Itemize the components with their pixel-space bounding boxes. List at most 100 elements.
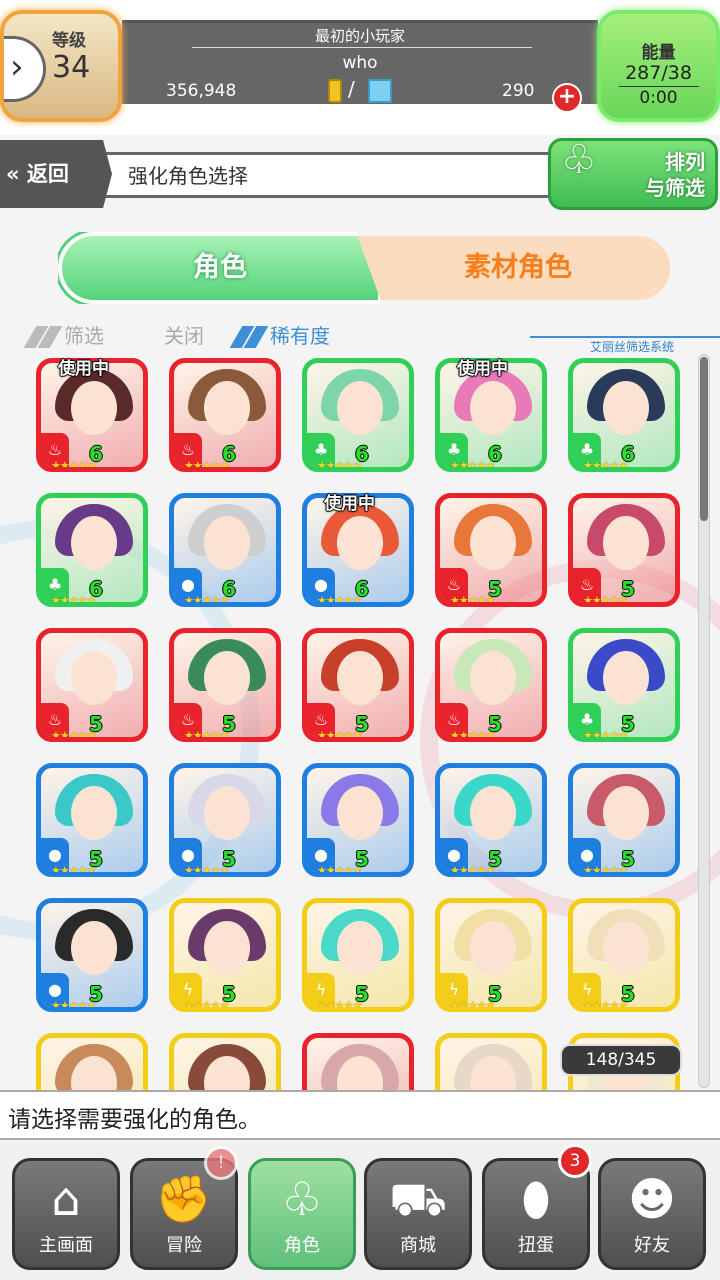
character-card[interactable]: ♨ 5 ★★★★★	[169, 628, 281, 742]
character-face	[337, 921, 383, 975]
star-rating-icon: ★★★★★	[450, 459, 495, 472]
star-rating-icon: ★★★★★	[450, 864, 495, 877]
character-card[interactable]: ● 6 ★★★★★	[169, 493, 281, 607]
character-card[interactable]: ♨ 5 ★★★★★	[36, 628, 148, 742]
character-card[interactable]: ♣ 6 ★★★★★	[302, 358, 414, 472]
character-face	[603, 651, 649, 705]
star-rating-icon: ★★★★★	[450, 594, 495, 607]
character-card[interactable]: ♣ 6 ★★★★★	[36, 493, 148, 607]
star-rating-icon: ★★★★★	[184, 999, 229, 1012]
add-gems-button[interactable]: +	[552, 83, 582, 113]
nav-adventure-label: 冒险	[166, 1235, 202, 1256]
level-label: 等级	[52, 31, 86, 51]
nav-friends-button[interactable]: ☻ 好友	[598, 1158, 706, 1270]
divider	[619, 86, 699, 87]
character-face	[470, 516, 516, 570]
star-rating-icon: ★★★★★	[184, 729, 229, 742]
coin-count: 356,948	[166, 81, 237, 101]
character-card[interactable]: ♨ 5 ★★★★★	[435, 628, 547, 742]
character-face	[204, 921, 250, 975]
filter-off-toggle[interactable]: 关闭	[164, 320, 204, 349]
character-face	[204, 786, 250, 840]
star-rating-icon: ★★★★★	[583, 594, 628, 607]
character-face	[71, 651, 117, 705]
player-info-bar: 最初的小玩家 who 356,948 / 290 +	[122, 20, 598, 113]
star-rating-icon: ★★★★★	[184, 864, 229, 877]
energy-label: 能量	[641, 43, 676, 63]
star-rating-icon: ★★★★★	[317, 864, 362, 877]
sort-filter-button[interactable]: ♧ 排列 与筛选	[548, 138, 718, 210]
back-button[interactable]: « 返回	[0, 140, 112, 208]
side-menu-chevron-icon[interactable]: ›	[4, 36, 46, 102]
gacha-count-badge: 3	[558, 1144, 592, 1178]
character-card[interactable]: ϟ 5 ★★★★★	[302, 898, 414, 1012]
character-card[interactable]: ϟ 5 ★★★★★	[435, 898, 547, 1012]
star-rating-icon: ★★★★★	[583, 999, 628, 1012]
divider	[192, 47, 532, 48]
scrollbar[interactable]	[698, 354, 710, 1088]
character-face	[204, 516, 250, 570]
nav-shop-button[interactable]: ⛟ 商城	[364, 1158, 472, 1270]
star-rating-icon: ★★★★★	[317, 999, 362, 1012]
nav-characters-label: 角色	[284, 1235, 320, 1256]
rabbit-icon: ♧	[561, 137, 597, 183]
currency-separator: /	[348, 77, 355, 101]
star-rating-icon: ★★★★★	[317, 729, 362, 742]
character-card[interactable]: ● 5 ★★★★★	[36, 763, 148, 877]
tab-characters[interactable]: 角色	[58, 232, 382, 304]
scrollbar-thumb[interactable]	[700, 357, 708, 521]
character-card[interactable]: ♨ 5 ★★★★★	[302, 628, 414, 742]
character-card[interactable]: ♣ 6 ★★★★★	[568, 358, 680, 472]
character-card[interactable]: ♨ 5 ★★★★★	[435, 493, 547, 607]
filter-label: 筛选	[64, 324, 104, 348]
energy-value: 287/38	[625, 62, 692, 84]
energy-panel[interactable]: 能量 287/38 0:00	[597, 10, 720, 122]
character-card[interactable]: ● 5 ★★★★★	[435, 763, 547, 877]
friends-icon: ☻	[628, 1172, 676, 1226]
nav-characters-button[interactable]: ♧ 角色	[248, 1158, 356, 1270]
coin-icon	[328, 79, 342, 103]
egg-icon: ⬮	[521, 1172, 551, 1226]
character-card[interactable]: ♣ 5 ★★★★★	[568, 628, 680, 742]
tab-material-characters[interactable]: 素材角色	[370, 236, 666, 300]
character-face	[71, 381, 117, 435]
character-face	[603, 516, 649, 570]
character-card[interactable]: ϟ 5 ★★★★★	[169, 898, 281, 1012]
character-face	[337, 516, 383, 570]
star-rating-icon: ★★★★★	[184, 459, 229, 472]
star-rating-icon: ★★★★★	[450, 999, 495, 1012]
character-card[interactable]: ϟ	[169, 1033, 281, 1090]
character-card[interactable]: ϟ	[36, 1033, 148, 1090]
cart-icon: ⛟	[389, 1172, 447, 1226]
character-face	[470, 651, 516, 705]
nav-gacha-label: 扭蛋	[518, 1235, 554, 1256]
star-rating-icon: ★★★★★	[583, 459, 628, 472]
character-face	[603, 381, 649, 435]
sort-rarity-label[interactable]: 稀有度	[270, 320, 330, 349]
character-card[interactable]: ● 5 ★★★★★	[568, 763, 680, 877]
star-rating-icon: ★★★★★	[51, 594, 96, 607]
character-face	[71, 921, 117, 975]
character-card[interactable]: ● 5 ★★★★★	[36, 898, 148, 1012]
character-card[interactable]: ϟ 5 ★★★★★	[568, 898, 680, 1012]
character-card[interactable]: ● 5 ★★★★★	[169, 763, 281, 877]
gem-count: 290	[502, 81, 535, 101]
back-label: 返回	[26, 162, 69, 186]
nav-shop-label: 商城	[400, 1235, 436, 1256]
level-panel: › 等级 34	[0, 10, 122, 122]
in-use-label: 使用中	[324, 494, 375, 514]
star-rating-icon: ★★★★★	[51, 729, 96, 742]
character-face	[71, 516, 117, 570]
instruction-message: 请选择需要强化的角色。	[0, 1090, 720, 1140]
star-rating-icon: ★★★★★	[51, 459, 96, 472]
star-rating-icon: ★★★★★	[317, 459, 362, 472]
character-card[interactable]: ♨	[302, 1033, 414, 1090]
character-card[interactable]: ϟ	[435, 1033, 547, 1090]
nav-home-button[interactable]: ⌂ 主画面	[12, 1158, 120, 1270]
character-grid: ♨ 6 ★★★★★ 使用中 ♨ 6 ★★★★★ ♣ 6 ★★★★★ ♣ 6 ★★★★★ 使用中 ♣ 6 ★★★★…	[36, 354, 696, 1090]
character-card[interactable]: ● 5 ★★★★★	[302, 763, 414, 877]
page-title: 强化角色选择	[128, 164, 248, 188]
character-card[interactable]: ♨ 6 ★★★★★	[169, 358, 281, 472]
back-chevron-icon: «	[6, 162, 20, 186]
character-card[interactable]: ♨ 5 ★★★★★	[568, 493, 680, 607]
